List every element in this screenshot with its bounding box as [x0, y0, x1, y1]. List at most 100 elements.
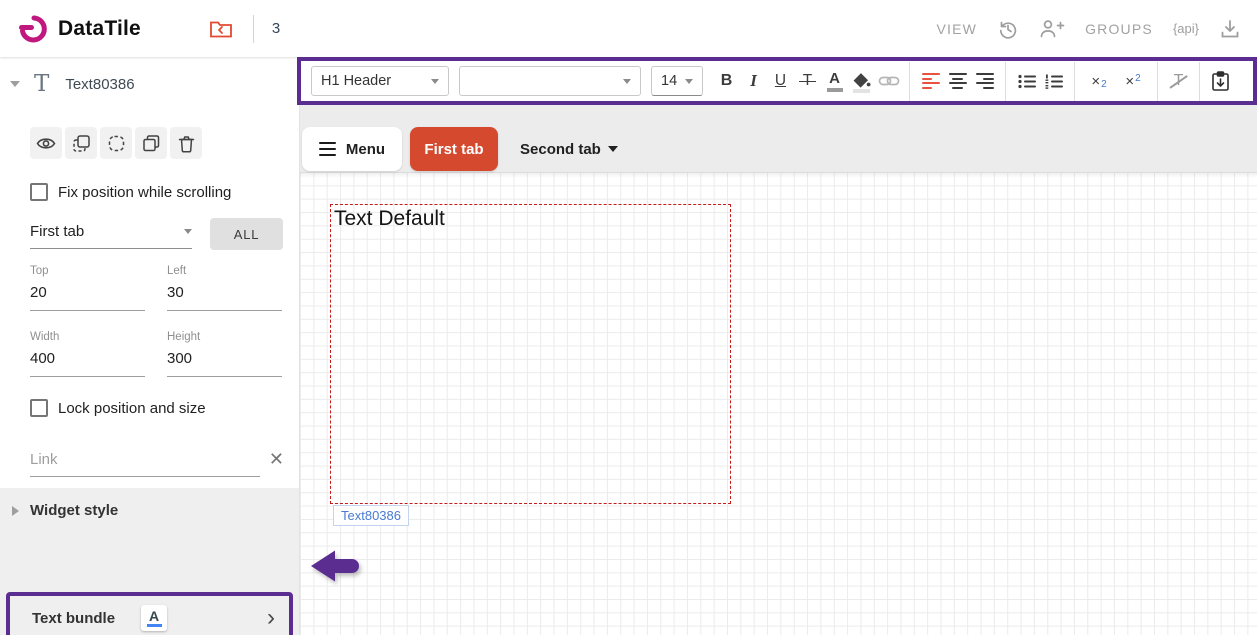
superscript-button[interactable]: ×2	[1116, 68, 1150, 95]
menu-button[interactable]: Menu	[302, 127, 402, 171]
text-style-a-icon: A	[141, 605, 167, 631]
widget-text-content[interactable]: Text Default	[334, 207, 445, 231]
select-area-button[interactable]	[100, 127, 132, 159]
link-input[interactable]	[30, 447, 260, 477]
widget-title-row: T Text80386	[0, 70, 299, 98]
align-right-icon	[976, 73, 994, 89]
font-size-select[interactable]: 14	[651, 66, 703, 96]
add-user-icon[interactable]	[1039, 18, 1065, 40]
sidebar-sections: Widget style Text bundle A › Note for vi…	[0, 488, 299, 635]
text-widget-icon: T	[34, 73, 49, 96]
lock-position-checkbox-row: Lock position and size	[30, 399, 206, 417]
clear-link-icon[interactable]: ✕	[269, 449, 284, 470]
download-icon[interactable]	[1219, 18, 1241, 40]
menu-label: Menu	[346, 141, 385, 158]
bullet-list-button[interactable]	[1013, 68, 1040, 95]
paste-style-button[interactable]	[1207, 68, 1234, 95]
height-field-value[interactable]: 300	[167, 343, 282, 377]
align-center-icon	[949, 73, 967, 89]
chevron-down-icon	[184, 229, 192, 234]
fix-position-checkbox-row: Fix position while scrolling	[30, 183, 231, 201]
selected-text-widget[interactable]: Text Default	[330, 204, 731, 504]
left-field-value[interactable]: 30	[167, 277, 282, 311]
strikethrough-button[interactable]: T	[794, 68, 821, 95]
bring-to-front-button[interactable]	[65, 127, 97, 159]
visibility-button[interactable]	[30, 127, 62, 159]
font-size-value: 14	[661, 73, 677, 89]
hamburger-icon	[319, 142, 336, 157]
page-count: 3	[272, 20, 280, 37]
fix-position-label: Fix position while scrolling	[58, 184, 231, 201]
duplicate-button[interactable]	[135, 127, 167, 159]
top-field[interactable]: Top 20	[30, 265, 145, 311]
link-field-row: ✕	[30, 447, 284, 477]
toolbar-separator	[1199, 62, 1200, 101]
bold-button[interactable]: B	[713, 68, 740, 95]
width-field-value[interactable]: 400	[30, 343, 145, 377]
superscript-icon: ×2	[1125, 73, 1140, 90]
header-divider	[253, 15, 254, 43]
widget-name-tag: Text80386	[333, 505, 409, 526]
fill-color-swatch	[853, 89, 870, 93]
underline-button[interactable]: U	[767, 68, 794, 95]
fix-position-checkbox[interactable]	[30, 183, 48, 201]
all-tabs-button[interactable]: ALL	[210, 218, 283, 250]
subscript-icon: ×2	[1091, 73, 1106, 90]
top-header: DataTile 3 VIEW	[0, 0, 1257, 57]
numbered-list-button[interactable]	[1040, 68, 1067, 95]
align-center-button[interactable]	[944, 68, 971, 95]
text-bundle-label: Text bundle	[32, 610, 115, 627]
tab-second[interactable]: Second tab	[512, 127, 626, 171]
clear-formatting-button[interactable]: T	[1165, 68, 1192, 95]
toolbar-separator	[1005, 62, 1006, 101]
subscript-button[interactable]: ×2	[1082, 68, 1116, 95]
lock-position-label: Lock position and size	[58, 400, 206, 417]
history-icon[interactable]	[997, 18, 1019, 40]
height-field[interactable]: Height 300	[167, 331, 282, 377]
paragraph-style-select[interactable]: H1 Header	[311, 66, 449, 96]
annotation-arrow-icon	[307, 546, 367, 586]
width-field[interactable]: Width 400	[30, 331, 145, 377]
height-field-label: Height	[167, 331, 282, 343]
datatile-logo[interactable]: DataTile	[18, 14, 141, 44]
clear-formatting-letter: T	[1174, 72, 1184, 90]
top-field-label: Top	[30, 265, 145, 277]
font-family-select[interactable]	[459, 66, 641, 96]
view-button[interactable]: VIEW	[936, 21, 977, 37]
chevron-down-icon	[685, 79, 693, 84]
fill-color-button[interactable]	[848, 68, 875, 95]
toolbar-separator	[909, 62, 910, 101]
left-field[interactable]: Left 30	[167, 265, 282, 311]
widget-style-section[interactable]: Widget style	[0, 502, 299, 519]
align-right-button[interactable]	[971, 68, 998, 95]
align-left-icon	[922, 73, 940, 89]
text-color-icon: A	[827, 70, 843, 92]
lock-position-checkbox[interactable]	[30, 399, 48, 417]
widget-title: Text80386	[65, 76, 134, 93]
align-left-button[interactable]	[917, 68, 944, 95]
logo-text: DataTile	[58, 17, 141, 41]
widget-style-label: Widget style	[30, 502, 118, 519]
paragraph-style-value: H1 Header	[321, 73, 391, 89]
widget-toolbar	[30, 127, 202, 159]
chevron-down-icon	[608, 146, 618, 152]
tab-assignment-select[interactable]: First tab	[30, 215, 192, 249]
groups-button[interactable]: GROUPS	[1085, 21, 1153, 37]
text-bundle-section-highlight[interactable]: Text bundle A ›	[6, 592, 293, 635]
toolbar-separator	[1157, 62, 1158, 101]
collapse-panel-icon[interactable]	[10, 81, 20, 87]
tab-second-label: Second tab	[520, 141, 601, 158]
back-to-folder-icon[interactable]	[209, 18, 233, 40]
italic-button[interactable]: I	[740, 68, 767, 95]
insert-link-button[interactable]	[875, 68, 902, 95]
delete-button[interactable]	[170, 127, 202, 159]
text-format-toolbar: H1 Header 14 B I U T A	[297, 57, 1257, 105]
left-field-label: Left	[167, 265, 282, 277]
strikethrough-letter: T	[803, 72, 812, 90]
api-icon[interactable]: {api}	[1173, 21, 1199, 36]
text-color-button[interactable]: A	[821, 68, 848, 95]
chevron-down-icon	[623, 79, 631, 84]
top-field-value[interactable]: 20	[30, 277, 145, 311]
tab-first[interactable]: First tab	[410, 127, 498, 171]
app-window: DataTile 3 VIEW	[0, 0, 1257, 635]
